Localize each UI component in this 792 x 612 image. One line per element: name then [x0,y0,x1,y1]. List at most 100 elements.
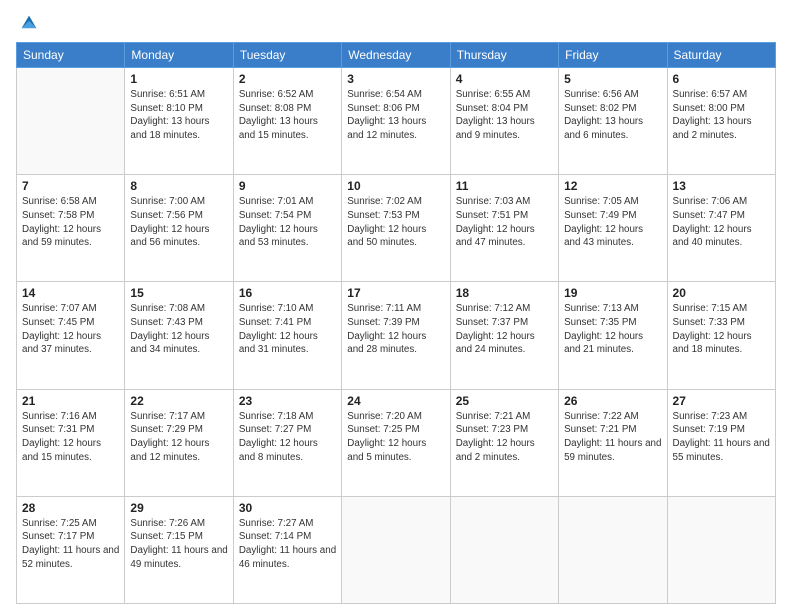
calendar-cell: 17Sunrise: 7:11 AMSunset: 7:39 PMDayligh… [342,282,450,389]
calendar-cell [342,496,450,603]
day-info: Sunrise: 7:20 AMSunset: 7:25 PMDaylight:… [347,410,444,465]
calendar-cell: 22 Sunrise: 7:17 AMSunset: 7:29 PMDayligh… [125,389,233,496]
day-number: 4 [456,72,553,86]
calendar-cell: 2 Sunrise: 6:52 AMSunset: 8:08 PMDaylight… [233,68,341,175]
day-info: Sunrise: 6:57 AMSunset: 8:00 PMDaylight:… [673,88,770,143]
day-info: Sunrise: 7:08 AMSunset: 7:43 PMDaylight:… [130,302,227,357]
day-info: Sunrise: 7:25 AMSunset: 7:17 PMDaylight:… [22,517,119,572]
day-info: Sunrise: 6:55 AMSunset: 8:04 PMDaylight:… [456,88,553,143]
column-header-monday: Monday [125,43,233,68]
week-row-1: 1 Sunrise: 6:51 AMSunset: 8:10 PMDaylight… [17,68,776,175]
logo-icon [18,12,40,34]
day-number: 9 [239,179,336,193]
day-info: Sunrise: 7:11 AMSunset: 7:39 PMDaylight:… [347,302,444,357]
day-number: 22 [130,394,227,408]
day-number: 23 [239,394,336,408]
day-number: 15 [130,286,227,300]
calendar-cell: 11 Sunrise: 7:03 AMSunset: 7:51 PMDayligh… [450,175,558,282]
day-info: Sunrise: 7:00 AMSunset: 7:56 PMDaylight:… [130,195,227,250]
column-header-friday: Friday [559,43,667,68]
column-header-wednesday: Wednesday [342,43,450,68]
page: SundayMondayTuesdayWednesdayThursdayFrid… [0,0,792,612]
day-number: 11 [456,179,553,193]
day-info: Sunrise: 7:06 AMSunset: 7:47 PMDaylight:… [673,195,770,250]
day-number: 18 [456,286,553,300]
day-number: 10 [347,179,444,193]
day-info: Sunrise: 7:03 AMSunset: 7:51 PMDaylight:… [456,195,553,250]
week-row-3: 14Sunrise: 7:07 AMSunset: 7:45 PMDayligh… [17,282,776,389]
day-info: Sunrise: 7:27 AMSunset: 7:14 PMDaylight:… [239,517,336,572]
day-info: Sunrise: 7:15 AMSunset: 7:33 PMDaylight:… [673,302,770,357]
calendar-cell: 29 Sunrise: 7:26 AMSunset: 7:15 PMDayligh… [125,496,233,603]
day-number: 20 [673,286,770,300]
calendar-cell: 4 Sunrise: 6:55 AMSunset: 8:04 PMDaylight… [450,68,558,175]
calendar-cell: 21Sunrise: 7:16 AMSunset: 7:31 PMDayligh… [17,389,125,496]
day-info: Sunrise: 6:58 AMSunset: 7:58 PMDaylight:… [22,195,119,250]
calendar-cell: 10Sunrise: 7:02 AMSunset: 7:53 PMDayligh… [342,175,450,282]
day-info: Sunrise: 7:05 AMSunset: 7:49 PMDaylight:… [564,195,661,250]
calendar-cell: 30 Sunrise: 7:27 AMSunset: 7:14 PMDayligh… [233,496,341,603]
calendar-cell: 1 Sunrise: 6:51 AMSunset: 8:10 PMDaylight… [125,68,233,175]
calendar-cell: 13 Sunrise: 7:06 AMSunset: 7:47 PMDayligh… [667,175,775,282]
calendar-cell [559,496,667,603]
day-info: Sunrise: 7:17 AMSunset: 7:29 PMDaylight:… [130,410,227,465]
calendar-cell: 27 Sunrise: 7:23 AMSunset: 7:19 PMDayligh… [667,389,775,496]
week-row-2: 7 Sunrise: 6:58 AMSunset: 7:58 PMDaylight… [17,175,776,282]
calendar-cell: 16Sunrise: 7:10 AMSunset: 7:41 PMDayligh… [233,282,341,389]
day-number: 2 [239,72,336,86]
day-number: 12 [564,179,661,193]
calendar-cell: 25Sunrise: 7:21 AMSunset: 7:23 PMDayligh… [450,389,558,496]
calendar-header-row: SundayMondayTuesdayWednesdayThursdayFrid… [17,43,776,68]
calendar-cell: 19 Sunrise: 7:13 AMSunset: 7:35 PMDayligh… [559,282,667,389]
day-number: 21 [22,394,119,408]
calendar-cell: 20 Sunrise: 7:15 AMSunset: 7:33 PMDayligh… [667,282,775,389]
day-number: 29 [130,501,227,515]
day-number: 27 [673,394,770,408]
day-info: Sunrise: 7:10 AMSunset: 7:41 PMDaylight:… [239,302,336,357]
day-number: 30 [239,501,336,515]
day-info: Sunrise: 7:12 AMSunset: 7:37 PMDaylight:… [456,302,553,357]
calendar-cell [667,496,775,603]
week-row-5: 28 Sunrise: 7:25 AMSunset: 7:17 PMDayligh… [17,496,776,603]
calendar-cell: 12 Sunrise: 7:05 AMSunset: 7:49 PMDayligh… [559,175,667,282]
column-header-saturday: Saturday [667,43,775,68]
day-number: 6 [673,72,770,86]
day-number: 14 [22,286,119,300]
day-number: 1 [130,72,227,86]
calendar-cell: 28 Sunrise: 7:25 AMSunset: 7:17 PMDayligh… [17,496,125,603]
day-info: Sunrise: 7:22 AMSunset: 7:21 PMDaylight:… [564,410,661,465]
calendar-cell: 14Sunrise: 7:07 AMSunset: 7:45 PMDayligh… [17,282,125,389]
day-info: Sunrise: 7:23 AMSunset: 7:19 PMDaylight:… [673,410,770,465]
calendar-cell [17,68,125,175]
day-number: 28 [22,501,119,515]
calendar-cell: 18 Sunrise: 7:12 AMSunset: 7:37 PMDayligh… [450,282,558,389]
day-info: Sunrise: 7:13 AMSunset: 7:35 PMDaylight:… [564,302,661,357]
day-number: 13 [673,179,770,193]
day-info: Sunrise: 6:54 AMSunset: 8:06 PMDaylight:… [347,88,444,143]
day-number: 7 [22,179,119,193]
calendar-cell: 9 Sunrise: 7:01 AMSunset: 7:54 PMDaylight… [233,175,341,282]
day-info: Sunrise: 6:52 AMSunset: 8:08 PMDaylight:… [239,88,336,143]
calendar-cell: 6 Sunrise: 6:57 AMSunset: 8:00 PMDaylight… [667,68,775,175]
day-number: 26 [564,394,661,408]
day-info: Sunrise: 7:01 AMSunset: 7:54 PMDaylight:… [239,195,336,250]
calendar-cell [450,496,558,603]
column-header-sunday: Sunday [17,43,125,68]
week-row-4: 21Sunrise: 7:16 AMSunset: 7:31 PMDayligh… [17,389,776,496]
day-info: Sunrise: 7:18 AMSunset: 7:27 PMDaylight:… [239,410,336,465]
calendar-cell: 24 Sunrise: 7:20 AMSunset: 7:25 PMDayligh… [342,389,450,496]
calendar-cell: 15 Sunrise: 7:08 AMSunset: 7:43 PMDayligh… [125,282,233,389]
day-number: 24 [347,394,444,408]
day-info: Sunrise: 6:56 AMSunset: 8:02 PMDaylight:… [564,88,661,143]
calendar-cell: 7 Sunrise: 6:58 AMSunset: 7:58 PMDaylight… [17,175,125,282]
day-info: Sunrise: 7:26 AMSunset: 7:15 PMDaylight:… [130,517,227,572]
day-number: 19 [564,286,661,300]
calendar-cell: 26 Sunrise: 7:22 AMSunset: 7:21 PMDayligh… [559,389,667,496]
header [16,12,776,34]
column-header-thursday: Thursday [450,43,558,68]
logo-area [16,12,40,34]
day-info: Sunrise: 6:51 AMSunset: 8:10 PMDaylight:… [130,88,227,143]
day-number: 5 [564,72,661,86]
day-number: 3 [347,72,444,86]
day-info: Sunrise: 7:21 AMSunset: 7:23 PMDaylight:… [456,410,553,465]
